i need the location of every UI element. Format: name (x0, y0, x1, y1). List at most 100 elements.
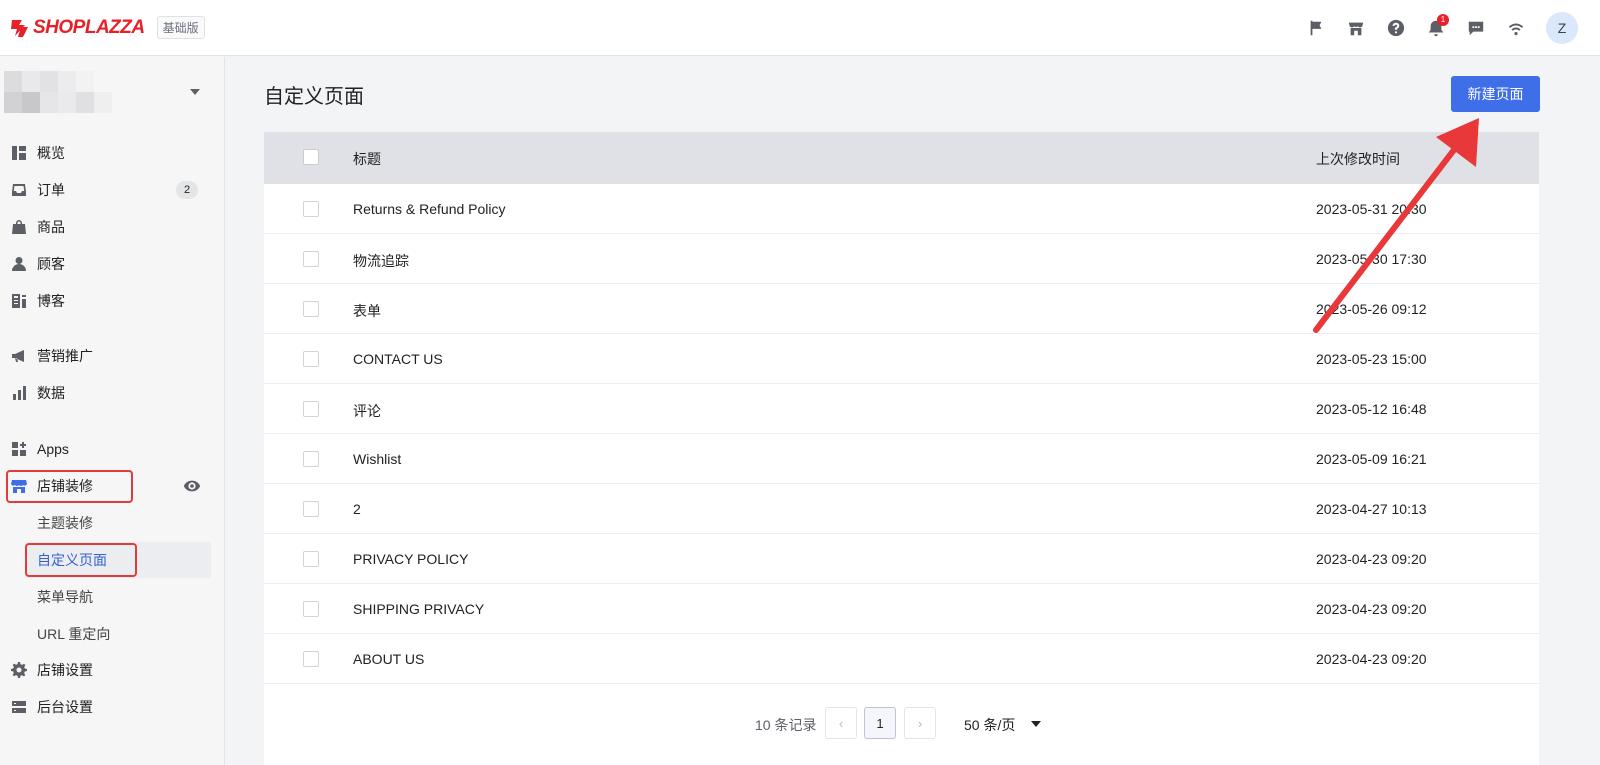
page-size-select[interactable]: 50 条/页 (964, 715, 1015, 735)
sidebar-item-analytics[interactable]: 数据 (0, 375, 225, 411)
notification-badge: 1 (1437, 14, 1449, 26)
modified-time-cell: 2023-05-09 16:21 (1316, 451, 1427, 467)
table-row[interactable]: Returns & Refund Policy 2023-05-31 20:30 (264, 184, 1539, 234)
sidebar-item-orders[interactable]: 订单 2 (0, 172, 225, 208)
sidebar-item-label: 后台设置 (37, 699, 93, 715)
chat-icon[interactable] (1456, 8, 1496, 48)
page-title-cell[interactable]: 表单 (353, 301, 381, 321)
next-page-button[interactable]: › (904, 707, 936, 739)
new-page-button[interactable]: 新建页面 (1451, 76, 1540, 112)
sidebar-item-label: 顾客 (37, 256, 65, 272)
gear-icon (10, 662, 27, 679)
blog-icon (10, 293, 27, 310)
person-icon (10, 256, 27, 273)
store-icon[interactable] (1336, 8, 1376, 48)
sidebar-item-customers[interactable]: 顾客 (0, 246, 225, 282)
table-row[interactable]: 评论 2023-05-12 16:48 (264, 384, 1539, 434)
sidebar: 概览 订单 2 商品 顾客 博客 营销推广 数据 Apps 店铺装修 主题装修 … (0, 57, 225, 765)
wifi-icon[interactable] (1496, 8, 1536, 48)
page-title-cell[interactable]: ABOUT US (353, 651, 424, 667)
table-row[interactable]: SHIPPING PRIVACY 2023-04-23 09:20 (264, 584, 1539, 634)
row-checkbox[interactable] (303, 301, 319, 317)
row-checkbox[interactable] (303, 351, 319, 367)
table-header: 标题 上次修改时间 (264, 132, 1539, 184)
modified-time-cell: 2023-04-27 10:13 (1316, 501, 1427, 517)
row-checkbox[interactable] (303, 651, 319, 667)
record-count: 10 条记录 (755, 717, 817, 733)
table-row[interactable]: Wishlist 2023-05-09 16:21 (264, 434, 1539, 484)
sidebar-item-label: 数据 (37, 385, 65, 401)
sidebar-item-label: 博客 (37, 293, 65, 309)
server-icon (10, 699, 27, 716)
dashboard-icon (10, 145, 27, 162)
row-checkbox[interactable] (303, 401, 319, 417)
row-checkbox[interactable] (303, 451, 319, 467)
modified-time-cell: 2023-05-23 15:00 (1316, 351, 1427, 367)
table-row[interactable]: 物流追踪 2023-05-30 17:30 (264, 234, 1539, 284)
prev-page-button[interactable]: ‹ (825, 707, 857, 739)
page-title-cell[interactable]: PRIVACY POLICY (353, 551, 468, 567)
caret-down-icon (1031, 721, 1041, 727)
table-row[interactable]: CONTACT US 2023-05-23 15:00 (264, 334, 1539, 384)
sidebar-item-online-store[interactable]: 店铺装修 (0, 468, 225, 504)
orders-count-badge: 2 (176, 181, 198, 199)
table-row[interactable]: 2 2023-04-27 10:13 (264, 484, 1539, 534)
store-selector[interactable] (4, 71, 224, 113)
page-number-button[interactable]: 1 (864, 707, 896, 739)
sidebar-subitem-url-redirects[interactable]: URL 重定向 (0, 616, 225, 652)
modified-time-cell: 2023-04-23 09:20 (1316, 551, 1427, 567)
sidebar-item-label: Apps (37, 441, 69, 457)
sidebar-item-overview[interactable]: 概览 (0, 135, 225, 171)
row-checkbox[interactable] (303, 601, 319, 617)
sidebar-subitem-navigation[interactable]: 菜单导航 (0, 579, 225, 615)
modified-time-cell: 2023-05-30 17:30 (1316, 251, 1427, 267)
apps-icon (10, 441, 27, 458)
modified-time-cell: 2023-04-23 09:20 (1316, 601, 1427, 617)
page-title-cell[interactable]: 物流追踪 (353, 251, 409, 271)
sidebar-item-label: 商品 (37, 219, 65, 235)
sidebar-item-label: 店铺设置 (37, 662, 93, 678)
bar-chart-icon (10, 385, 27, 402)
sidebar-subitem-custom-pages[interactable]: 自定义页面 (25, 542, 211, 578)
row-checkbox[interactable] (303, 201, 319, 217)
avatar[interactable]: Z (1546, 12, 1578, 44)
row-checkbox[interactable] (303, 251, 319, 267)
select-all-checkbox[interactable] (303, 149, 319, 165)
modified-time-cell: 2023-05-26 09:12 (1316, 301, 1427, 317)
bell-icon[interactable]: 1 (1416, 8, 1456, 48)
top-icons: 1 Z (1296, 0, 1578, 56)
table-row[interactable]: ABOUT US 2023-04-23 09:20 (264, 634, 1539, 684)
sidebar-item-label: 营销推广 (37, 348, 93, 364)
sidebar-item-label: 概览 (37, 145, 65, 161)
flag-icon[interactable] (1296, 8, 1336, 48)
sidebar-item-blog[interactable]: 博客 (0, 283, 225, 319)
sidebar-item-admin-settings[interactable]: 后台设置 (0, 689, 225, 725)
shoplazza-logo[interactable]: SHOPLAZZA (8, 17, 145, 39)
bag-icon (10, 219, 27, 236)
sidebar-item-label: 订单 (37, 182, 65, 198)
sidebar-item-store-settings[interactable]: 店铺设置 (0, 652, 225, 688)
page-title-cell[interactable]: 评论 (353, 401, 381, 421)
row-checkbox[interactable] (303, 551, 319, 567)
column-header-modified: 上次修改时间 (1316, 151, 1400, 167)
page-title-cell[interactable]: Wishlist (353, 451, 401, 467)
help-icon[interactable] (1376, 8, 1416, 48)
sidebar-item-marketing[interactable]: 营销推广 (0, 338, 225, 374)
top-bar: SHOPLAZZA 基础版 1 Z (0, 0, 1600, 56)
row-checkbox[interactable] (303, 501, 319, 517)
chevron-down-icon (190, 89, 200, 95)
sidebar-item-apps[interactable]: Apps (0, 431, 225, 467)
page-title-cell[interactable]: SHIPPING PRIVACY (353, 601, 484, 617)
sidebar-subitem-label: 自定义页面 (37, 552, 107, 568)
store-name-blurred (4, 71, 114, 113)
page-title-cell[interactable]: Returns & Refund Policy (353, 201, 506, 217)
page-title-cell[interactable]: 2 (353, 501, 361, 517)
sidebar-subitem-label: URL 重定向 (37, 626, 111, 642)
page-title-cell[interactable]: CONTACT US (353, 351, 443, 367)
page-title: 自定义页面 (264, 86, 364, 108)
sidebar-item-products[interactable]: 商品 (0, 209, 225, 245)
table-row[interactable]: 表单 2023-05-26 09:12 (264, 284, 1539, 334)
sidebar-subitem-themes[interactable]: 主题装修 (0, 505, 225, 541)
table-row[interactable]: PRIVACY POLICY 2023-04-23 09:20 (264, 534, 1539, 584)
eye-icon[interactable] (183, 477, 201, 495)
